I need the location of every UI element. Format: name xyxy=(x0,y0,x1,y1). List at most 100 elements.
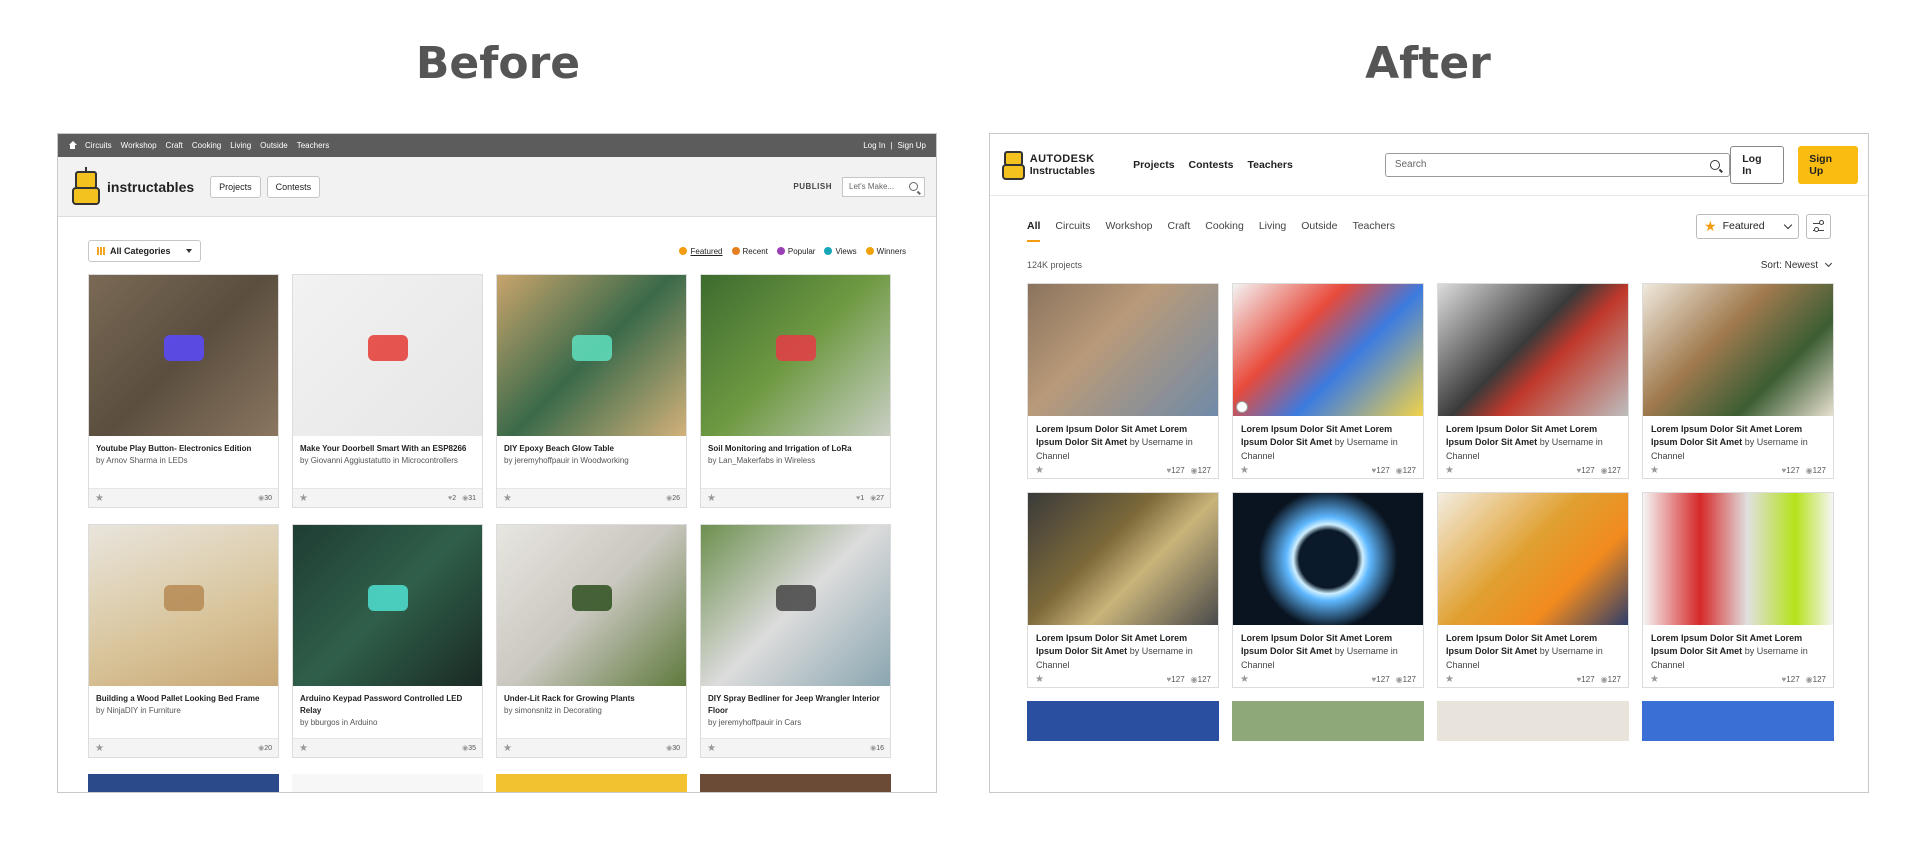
sort-featured[interactable]: Featured xyxy=(679,247,723,256)
favorite-star-icon[interactable]: ★ xyxy=(503,493,512,504)
project-thumbnail[interactable] xyxy=(293,275,482,436)
project-thumbnail[interactable] xyxy=(1438,493,1628,625)
favorite-star-icon[interactable]: ★ xyxy=(1240,465,1249,476)
favorite-star-icon[interactable]: ★ xyxy=(707,493,716,504)
login-link[interactable]: Log In xyxy=(863,141,885,150)
channel-link[interactable]: Channel xyxy=(1036,451,1070,461)
author-link[interactable]: jeremyhoffpauir xyxy=(515,456,570,465)
author-link[interactable]: jeremyhoffpauir xyxy=(719,718,774,727)
favorite-star-icon[interactable]: ★ xyxy=(1240,674,1249,685)
search-input[interactable]: Search xyxy=(1384,152,1731,177)
logo-text[interactable]: instructables xyxy=(107,179,194,195)
project-card[interactable]: Lorem Ipsum Dolor Sit Amet Lorem Ipsum D… xyxy=(1642,283,1834,479)
channel-link[interactable]: Channel xyxy=(1241,451,1275,461)
card-title[interactable]: DIY Spray Bedliner for Jeep Wrangler Int… xyxy=(708,693,883,717)
project-card[interactable]: Lorem Ipsum Dolor Sit Amet Lorem Ipsum D… xyxy=(1437,283,1629,479)
project-card[interactable]: Lorem Ipsum Dolor Sit Amet Lorem Ipsum D… xyxy=(1437,492,1629,688)
channel-link[interactable]: Cars xyxy=(784,718,801,727)
tab-living[interactable]: Living xyxy=(1259,214,1286,238)
contests-button[interactable]: Contests xyxy=(266,175,321,198)
author-link[interactable]: Arnov Sharma xyxy=(106,456,157,465)
project-thumbnail[interactable] xyxy=(701,275,890,436)
filter-settings-button[interactable] xyxy=(1806,213,1831,239)
nav-projects[interactable]: Projects xyxy=(1133,159,1174,171)
author-link[interactable]: NinjaDIY xyxy=(107,706,138,715)
channel-link[interactable]: Channel xyxy=(1446,660,1480,670)
favorite-star-icon[interactable]: ★ xyxy=(707,743,716,754)
favorite-star-icon[interactable]: ★ xyxy=(503,743,512,754)
tab-teachers[interactable]: Teachers xyxy=(1352,214,1395,238)
project-card[interactable]: Soil Monitoring and Irrigation of LoRa by… xyxy=(700,274,891,508)
brand-logo[interactable]: AUTODESK Instructables xyxy=(1030,153,1095,177)
project-thumbnail[interactable] xyxy=(1028,493,1218,625)
author-link[interactable]: Username xyxy=(1347,646,1389,656)
topnav-craft[interactable]: Craft xyxy=(166,141,183,150)
channel-link[interactable]: Wireless xyxy=(785,456,816,465)
project-thumbnail[interactable] xyxy=(497,275,686,436)
projects-button[interactable]: Projects xyxy=(210,175,261,198)
robot-logo-icon[interactable] xyxy=(69,166,101,207)
favorite-star-icon[interactable]: ★ xyxy=(299,743,308,754)
project-thumbnail[interactable] xyxy=(293,525,482,686)
card-title[interactable]: Make Your Doorbell Smart With an ESP8266 xyxy=(300,443,475,455)
project-thumbnail-partial[interactable] xyxy=(496,774,687,792)
topnav-outside[interactable]: Outside xyxy=(260,141,288,150)
author-link[interactable]: simonsnitz xyxy=(515,706,553,715)
author-link[interactable]: Username xyxy=(1757,437,1799,447)
project-card[interactable]: Lorem Ipsum Dolor Sit Amet Lorem Ipsum D… xyxy=(1027,492,1219,688)
project-thumbnail-partial[interactable] xyxy=(700,774,891,792)
nav-teachers[interactable]: Teachers xyxy=(1247,159,1292,171)
project-card[interactable]: Under-Lit Rack for Growing Plants by simo… xyxy=(496,524,687,758)
topnav-living[interactable]: Living xyxy=(230,141,251,150)
channel-link[interactable]: Woodworking xyxy=(580,456,628,465)
channel-link[interactable]: Channel xyxy=(1241,660,1275,670)
card-title[interactable]: Arduino Keypad Password Controlled LED R… xyxy=(300,693,475,717)
channel-link[interactable]: LEDs xyxy=(168,456,188,465)
favorite-star-icon[interactable]: ★ xyxy=(299,493,308,504)
project-thumbnail[interactable] xyxy=(701,525,890,686)
channel-link[interactable]: Furniture xyxy=(149,706,181,715)
favorite-star-icon[interactable]: ★ xyxy=(1445,674,1454,685)
robot-logo-icon[interactable] xyxy=(1000,148,1025,182)
nav-contests[interactable]: Contests xyxy=(1189,159,1234,171)
author-link[interactable]: Username xyxy=(1347,437,1389,447)
favorite-star-icon[interactable]: ★ xyxy=(95,493,104,504)
project-thumbnail[interactable] xyxy=(89,275,278,436)
topnav-workshop[interactable]: Workshop xyxy=(121,141,157,150)
favorite-star-icon[interactable]: ★ xyxy=(1650,674,1659,685)
favorite-star-icon[interactable]: ★ xyxy=(1445,465,1454,476)
signup-button[interactable]: Sign Up xyxy=(1798,145,1858,184)
author-link[interactable]: Username xyxy=(1552,646,1594,656)
project-card[interactable]: Lorem Ipsum Dolor Sit Amet Lorem Ipsum D… xyxy=(1232,492,1424,688)
card-title[interactable]: Soil Monitoring and Irrigation of LoRa xyxy=(708,443,883,455)
project-thumbnail[interactable] xyxy=(1233,493,1423,625)
card-title[interactable]: Under-Lit Rack for Growing Plants xyxy=(504,693,679,705)
topnav-teachers[interactable]: Teachers xyxy=(297,141,329,150)
card-title[interactable]: Building a Wood Pallet Looking Bed Frame xyxy=(96,693,271,705)
project-thumbnail-partial[interactable] xyxy=(88,774,279,792)
project-card[interactable]: Lorem Ipsum Dolor Sit Amet Lorem Ipsum D… xyxy=(1642,492,1834,688)
project-card[interactable]: DIY Spray Bedliner for Jeep Wrangler Int… xyxy=(700,524,891,758)
card-title[interactable]: DIY Epoxy Beach Glow Table xyxy=(504,443,679,455)
tab-cooking[interactable]: Cooking xyxy=(1205,214,1244,238)
project-card[interactable]: Arduino Keypad Password Controlled LED R… xyxy=(292,524,483,758)
author-link[interactable]: Giovanni Aggiustatutto xyxy=(311,456,391,465)
favorite-star-icon[interactable]: ★ xyxy=(95,743,104,754)
channel-link[interactable]: Arduino xyxy=(350,718,378,727)
channel-link[interactable]: Microcontrollers xyxy=(401,456,457,465)
project-card[interactable]: Building a Wood Pallet Looking Bed Frame… xyxy=(88,524,279,758)
search-input[interactable]: Let's Make... xyxy=(842,176,925,197)
publish-link[interactable]: PUBLISH xyxy=(793,182,832,191)
channel-link[interactable]: Channel xyxy=(1036,660,1070,670)
sort-views[interactable]: Views xyxy=(824,247,857,256)
author-link[interactable]: Username xyxy=(1552,437,1594,447)
author-link[interactable]: Username xyxy=(1757,646,1799,656)
all-categories-dropdown[interactable]: All Categories xyxy=(88,240,201,262)
channel-link[interactable]: Decorating xyxy=(563,706,602,715)
topnav-circuits[interactable]: Circuits xyxy=(85,141,112,150)
project-thumbnail[interactable] xyxy=(1643,284,1833,416)
project-thumbnail-partial[interactable] xyxy=(1437,701,1629,741)
sort-winners[interactable]: Winners xyxy=(865,247,906,256)
author-link[interactable]: bburgos xyxy=(311,718,340,727)
tab-all[interactable]: All xyxy=(1027,214,1041,242)
